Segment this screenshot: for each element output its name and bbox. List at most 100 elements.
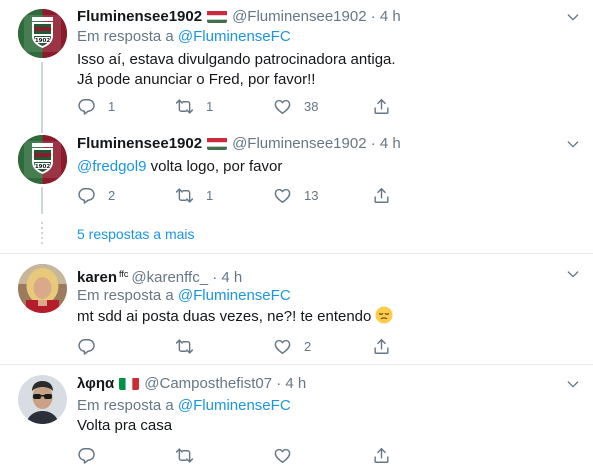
heart-icon	[273, 337, 292, 356]
heart-icon	[273, 97, 292, 116]
mention-link[interactable]: @fredgol9	[77, 158, 146, 175]
reply-icon	[77, 337, 96, 356]
reply-to-link[interactable]: @FluminenseFC	[178, 28, 291, 45]
handle[interactable]: @Fluminensee1902	[232, 8, 366, 25]
like-count: 2	[304, 338, 312, 354]
avatar[interactable]	[18, 264, 67, 313]
tweet-text-line-2: Já pode anunciar o Fred, por favor!!	[77, 71, 316, 88]
italy-flag-icon	[119, 377, 139, 390]
reply-to-link[interactable]: @FluminenseFC	[178, 397, 291, 414]
separator: ·	[276, 375, 282, 392]
timestamp[interactable]: 4 h	[285, 375, 306, 392]
heart-icon	[273, 446, 292, 465]
action-bar: 1 1 38	[77, 96, 397, 116]
more-replies-link[interactable]: 5 respostas a mais	[77, 226, 195, 242]
like-button[interactable]: 13	[273, 185, 318, 205]
timestamp[interactable]: 4 h	[221, 269, 242, 286]
tweet-header: karen ffc @karenffc_ · 4 h	[77, 264, 242, 286]
reply-button[interactable]	[77, 445, 108, 465]
hungary-flag-icon	[207, 137, 227, 150]
share-icon	[372, 337, 391, 356]
tweet-text-line-1: Isso aí, estava divulgando patrocinadora…	[77, 51, 396, 68]
share-icon	[372, 446, 391, 465]
handle[interactable]: @Fluminensee1902	[232, 135, 366, 152]
display-name[interactable]: karen	[77, 269, 117, 286]
reply-count: 2	[108, 187, 116, 203]
reply-prefix: Em resposta a	[77, 397, 174, 414]
share-button[interactable]	[372, 185, 391, 205]
thread-dots	[41, 222, 43, 246]
tweet-text: mt sdd ai posta duas vezes, ne?! te ente…	[77, 306, 393, 327]
like-button[interactable]	[273, 445, 304, 465]
chevron-down-icon[interactable]	[565, 136, 581, 152]
retweet-count: 1	[206, 187, 214, 203]
tweet-text: Volta pra casa	[77, 417, 173, 434]
reply-context: Em resposta a @FluminenseFC	[77, 396, 291, 416]
action-bar: 2 1 13	[77, 185, 397, 205]
reply-icon	[77, 186, 96, 205]
like-button[interactable]: 2	[273, 336, 311, 356]
tweet-header: Fluminensee1902 @Fluminensee1902 · 4 h	[77, 134, 401, 154]
heart-icon	[273, 186, 292, 205]
display-name[interactable]: Fluminensee1902	[77, 8, 202, 25]
tweet-1[interactable]: Fluminensee1902 @Fluminensee1902 · 4 h Em…	[0, 0, 593, 132]
retweet-button[interactable]	[175, 336, 206, 356]
retweet-icon	[175, 337, 194, 356]
retweet-icon	[175, 186, 194, 205]
tweet-2[interactable]: Fluminensee1902 @Fluminensee1902 · 4 h @f…	[0, 125, 593, 215]
reply-context: Em resposta a @FluminenseFC	[77, 27, 291, 47]
reply-button[interactable]: 1	[77, 96, 115, 116]
retweet-count: 1	[206, 98, 214, 114]
handle[interactable]: @Camposthefist07	[144, 375, 272, 392]
share-button[interactable]	[372, 445, 391, 465]
thread-line	[41, 62, 43, 132]
reply-button[interactable]	[77, 336, 108, 356]
tweet-text-rest: volta logo, por favor	[146, 158, 283, 175]
separator: ·	[370, 8, 376, 25]
tweet-header: Fluminensee1902 @Fluminensee1902 · 4 h	[77, 7, 401, 27]
reply-icon	[77, 446, 96, 465]
handle[interactable]: @karenffc_	[131, 269, 208, 286]
tweet-4[interactable]: λφηα @Camposthefist07 · 4 h Em resposta a…	[0, 365, 593, 466]
retweet-button[interactable]: 1	[175, 96, 213, 116]
reply-to-link[interactable]: @FluminenseFC	[178, 287, 291, 304]
retweet-button[interactable]: 1	[175, 185, 213, 205]
avatar[interactable]	[18, 135, 67, 184]
reply-button[interactable]: 2	[77, 185, 115, 205]
like-count: 13	[304, 187, 319, 203]
avatar[interactable]	[18, 375, 67, 424]
tweet-text: @fredgol9 volta logo, por favor	[77, 157, 282, 177]
chevron-down-icon[interactable]	[565, 9, 581, 25]
avatar[interactable]	[18, 9, 67, 58]
hungary-flag-icon	[207, 10, 227, 23]
retweet-icon	[175, 446, 194, 465]
display-name[interactable]: Fluminensee1902	[77, 135, 202, 152]
reply-prefix: Em resposta a	[77, 28, 174, 45]
retweet-button[interactable]	[175, 445, 206, 465]
action-bar: 2	[77, 336, 397, 356]
retweet-icon	[175, 97, 194, 116]
reply-prefix: Em resposta a	[77, 287, 174, 304]
timestamp[interactable]: 4 h	[380, 8, 401, 25]
display-name[interactable]: λφηα	[77, 375, 114, 392]
reply-context: Em resposta a @FluminenseFC	[77, 286, 291, 306]
action-bar	[77, 445, 397, 465]
tweet-3[interactable]: karen ffc @karenffc_ · 4 h Em resposta a @…	[0, 254, 593, 360]
share-icon	[372, 97, 391, 116]
tweet-text-content: mt sdd ai posta duas vezes, ne?! te ente…	[77, 308, 372, 325]
reply-count: 1	[108, 98, 116, 114]
tweet-header: λφηα @Camposthefist07 · 4 h	[77, 374, 306, 394]
reply-icon	[77, 97, 96, 116]
pensive-face-icon	[375, 306, 393, 324]
share-icon	[372, 186, 391, 205]
share-button[interactable]	[372, 96, 391, 116]
name-suffix: ffc	[119, 269, 129, 279]
separator: ·	[370, 135, 376, 152]
share-button[interactable]	[372, 336, 391, 356]
timestamp[interactable]: 4 h	[380, 135, 401, 152]
thread-line	[41, 125, 43, 133]
like-button[interactable]: 38	[273, 96, 318, 116]
chevron-down-icon[interactable]	[565, 266, 581, 282]
chevron-down-icon[interactable]	[565, 376, 581, 392]
separator: ·	[212, 269, 218, 286]
